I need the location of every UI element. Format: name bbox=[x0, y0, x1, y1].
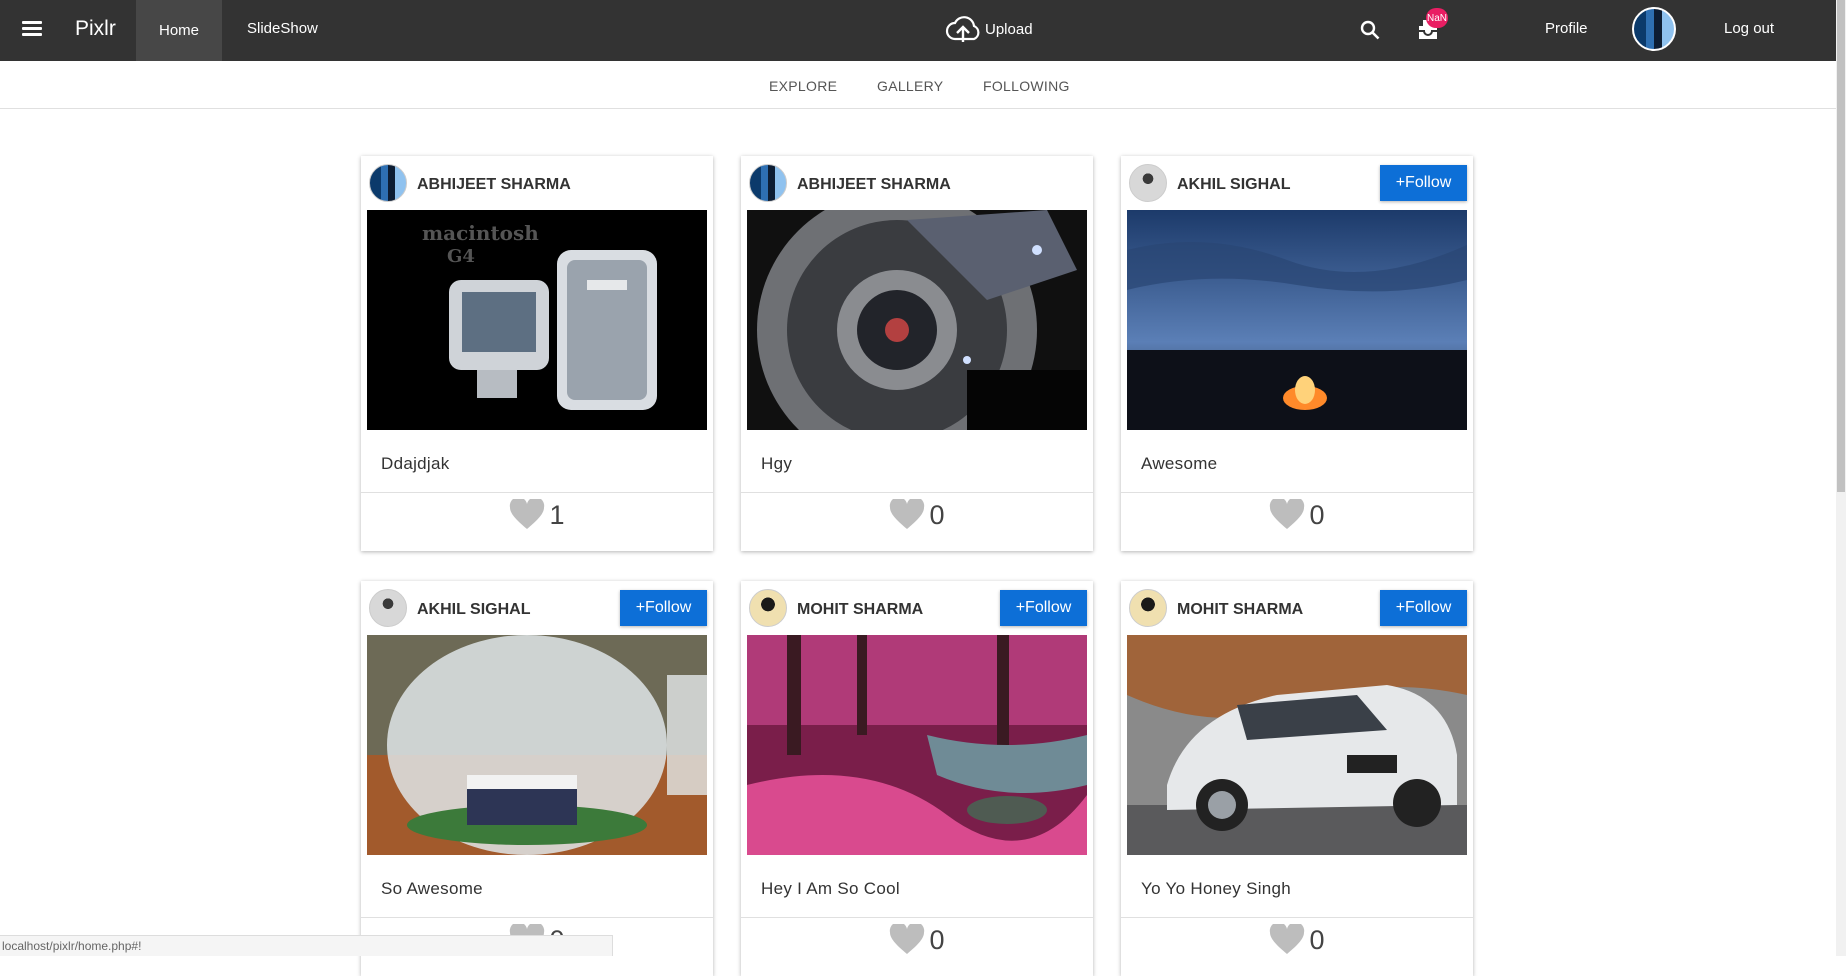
post-caption: Awesome bbox=[1141, 454, 1218, 473]
author-name[interactable]: MOHIT SHARMA bbox=[1177, 601, 1303, 619]
like-count: 0 bbox=[929, 924, 945, 955]
tabs-bar: EXPLORE GALLERY FOLLOWING bbox=[0, 61, 1836, 109]
nav-slideshow[interactable]: SlideShow bbox=[247, 20, 318, 37]
post-image[interactable] bbox=[747, 210, 1087, 430]
post-header: AKHIL SIGHAL +Follow bbox=[1121, 156, 1473, 210]
upload-button[interactable]: Upload bbox=[943, 12, 1033, 46]
heart-icon[interactable] bbox=[1269, 499, 1305, 531]
post-image[interactable] bbox=[1127, 635, 1467, 855]
post-image[interactable] bbox=[367, 635, 707, 855]
post-caption: So Awesome bbox=[381, 879, 483, 898]
author-name[interactable]: AKHIL SIGHAL bbox=[417, 601, 530, 619]
like-count: 0 bbox=[1309, 924, 1325, 955]
follow-button[interactable]: +Follow bbox=[620, 590, 707, 626]
author-avatar[interactable] bbox=[1129, 589, 1167, 627]
divider bbox=[741, 492, 1093, 493]
heart-icon[interactable] bbox=[889, 499, 925, 531]
tab-explore[interactable]: EXPLORE bbox=[769, 78, 837, 94]
like-section: 0 bbox=[741, 499, 1093, 531]
upload-label: Upload bbox=[985, 20, 1033, 38]
divider bbox=[361, 492, 713, 493]
author-name[interactable]: ABHIJEET SHARMA bbox=[417, 176, 571, 194]
post-header: MOHIT SHARMA +Follow bbox=[1121, 581, 1473, 635]
post-card: AKHIL SIGHAL +Follow Awesome 0 bbox=[1121, 156, 1473, 551]
post-card: MOHIT SHARMA +Follow Yo Yo Honey Singh 0 bbox=[1121, 581, 1473, 976]
post-header: ABHIJEET SHARMA bbox=[361, 156, 713, 210]
author-name[interactable]: ABHIJEET SHARMA bbox=[797, 176, 951, 194]
post-image[interactable] bbox=[1127, 210, 1467, 430]
heart-icon[interactable] bbox=[889, 924, 925, 956]
author-avatar[interactable] bbox=[1129, 164, 1167, 202]
follow-button[interactable]: +Follow bbox=[1000, 590, 1087, 626]
cloud-upload-icon bbox=[945, 16, 980, 42]
post-card: ABHIJEET SHARMA Hgy 0 bbox=[741, 156, 1093, 551]
tab-gallery[interactable]: GALLERY bbox=[877, 78, 943, 94]
brand-logo[interactable]: Pixlr bbox=[75, 17, 116, 41]
author-avatar[interactable] bbox=[749, 589, 787, 627]
post-card: MOHIT SHARMA +Follow Hey I Am So Cool 0 bbox=[741, 581, 1093, 976]
like-count: 0 bbox=[1309, 499, 1325, 530]
post-header: AKHIL SIGHAL +Follow bbox=[361, 581, 713, 635]
like-count: 1 bbox=[549, 499, 565, 530]
nav-home[interactable]: Home bbox=[136, 0, 222, 61]
post-image[interactable]: macintosh G4 bbox=[367, 210, 707, 430]
divider bbox=[1121, 492, 1473, 493]
post-header: MOHIT SHARMA +Follow bbox=[741, 581, 1093, 635]
status-url-bar: localhost/pixlr/home.php#! bbox=[0, 935, 613, 956]
like-count: 0 bbox=[929, 499, 945, 530]
page-scrollbar[interactable] bbox=[1836, 0, 1846, 956]
heart-icon[interactable] bbox=[1269, 924, 1305, 956]
author-name[interactable]: AKHIL SIGHAL bbox=[1177, 176, 1290, 194]
search-icon[interactable] bbox=[1358, 18, 1382, 42]
divider bbox=[361, 917, 713, 918]
author-avatar[interactable] bbox=[369, 589, 407, 627]
notification-badge: NaN bbox=[1426, 8, 1448, 28]
like-section: 1 bbox=[361, 499, 713, 531]
post-caption: Yo Yo Honey Singh bbox=[1141, 879, 1292, 898]
scrollbar-thumb[interactable] bbox=[1837, 0, 1845, 492]
post-header: ABHIJEET SHARMA bbox=[741, 156, 1093, 210]
follow-button[interactable]: +Follow bbox=[1380, 590, 1467, 626]
like-section: 0 bbox=[741, 924, 1093, 956]
divider bbox=[741, 917, 1093, 918]
post-caption: Ddajdjak bbox=[381, 454, 450, 473]
post-caption: Hgy bbox=[761, 454, 793, 473]
heart-icon[interactable] bbox=[509, 499, 545, 531]
divider bbox=[1121, 917, 1473, 918]
menu-icon[interactable] bbox=[18, 18, 46, 42]
post-caption: Hey I Am So Cool bbox=[761, 879, 900, 898]
tab-following[interactable]: FOLLOWING bbox=[983, 78, 1070, 94]
svg-text:G4: G4 bbox=[447, 246, 475, 267]
post-card: AKHIL SIGHAL +Follow So Awesome 0 bbox=[361, 581, 713, 976]
like-section: 0 bbox=[1121, 924, 1473, 956]
user-avatar[interactable] bbox=[1632, 7, 1676, 51]
profile-link[interactable]: Profile bbox=[1545, 20, 1588, 37]
follow-button[interactable]: +Follow bbox=[1380, 165, 1467, 201]
author-avatar[interactable] bbox=[369, 164, 407, 202]
author-avatar[interactable] bbox=[749, 164, 787, 202]
post-card: ABHIJEET SHARMA macintosh G4 Ddajdjak 1 bbox=[361, 156, 713, 551]
post-image[interactable] bbox=[747, 635, 1087, 855]
top-navbar: Pixlr Home SlideShow Upload NaN Profile … bbox=[0, 0, 1836, 61]
logout-link[interactable]: Log out bbox=[1724, 20, 1774, 37]
author-name[interactable]: MOHIT SHARMA bbox=[797, 601, 923, 619]
svg-text:macintosh: macintosh bbox=[422, 221, 539, 245]
like-section: 0 bbox=[1121, 499, 1473, 531]
